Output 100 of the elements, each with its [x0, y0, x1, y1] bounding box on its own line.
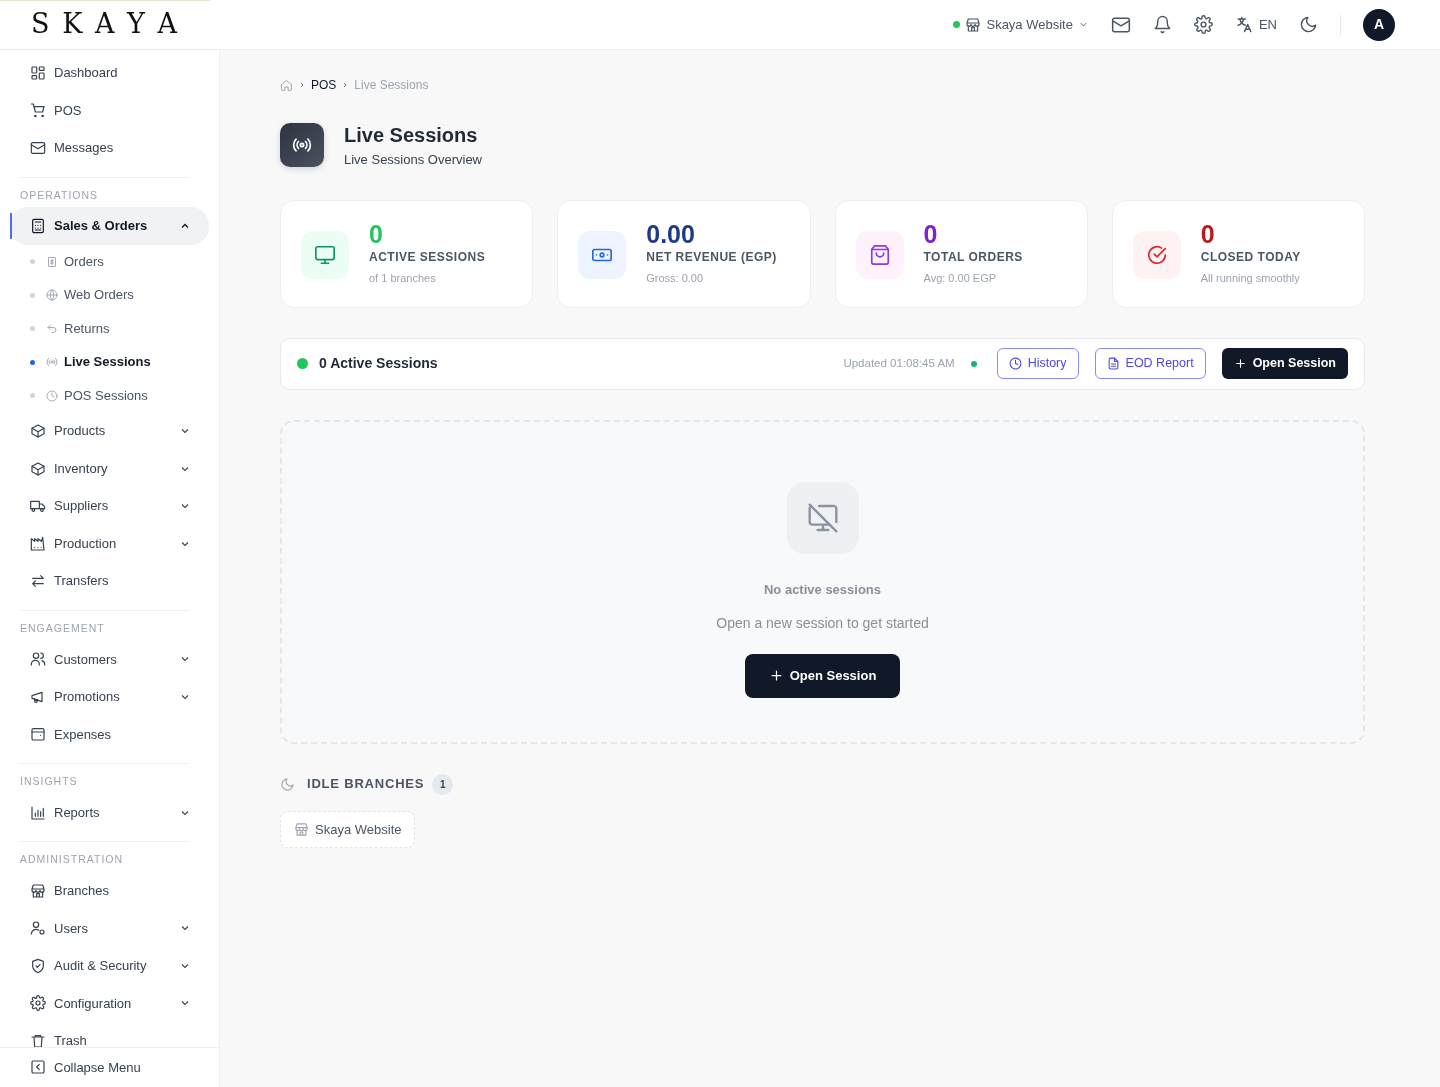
- count-pill: 1: [432, 773, 454, 795]
- language-button[interactable]: EN: [1234, 14, 1277, 35]
- plus-icon: [768, 668, 784, 684]
- sidebar-subitem[interactable]: Orders: [10, 244, 209, 279]
- check-circle-icon: [1145, 243, 1168, 266]
- box-icon: [30, 460, 46, 477]
- breadcrumb-link[interactable]: POS: [311, 76, 337, 94]
- sidebar-item[interactable]: POS: [10, 91, 209, 129]
- wallet-icon: [30, 726, 46, 743]
- stat-value: 0: [1200, 220, 1216, 248]
- open-session-button[interactable]: Open Session: [1221, 348, 1348, 379]
- sidebar-item[interactable]: Reports: [10, 793, 209, 832]
- store-icon: [294, 821, 309, 837]
- chevron-right-icon: [298, 81, 306, 89]
- calculator-icon: [30, 218, 46, 234]
- sidebar-item[interactable]: Expenses: [10, 715, 209, 753]
- bell-icon: [1152, 15, 1172, 34]
- stat-label: TOTAL ORDERS: [923, 249, 1023, 266]
- sidebar-subitem[interactable]: Live Sessions: [10, 345, 209, 379]
- sidebar-item[interactable]: Sales & Orders: [10, 207, 209, 245]
- truck-icon: [30, 498, 46, 514]
- stat-label: CLOSED TODAY: [1200, 249, 1301, 266]
- settings-button[interactable]: [1193, 15, 1213, 34]
- user-gear-icon: [30, 920, 46, 937]
- shield-icon: [30, 957, 46, 974]
- grid-icon: [30, 64, 46, 81]
- broadcast-icon: [46, 356, 58, 368]
- sidebar-item[interactable]: Products: [10, 412, 209, 450]
- sidebar-item[interactable]: Trash: [10, 1022, 209, 1047]
- stat-label: ACTIVE SESSIONS: [369, 249, 486, 266]
- mail-icon: [30, 139, 46, 156]
- eod-report-button[interactable]: EOD Report: [1094, 348, 1206, 379]
- globe-icon: [46, 289, 58, 301]
- history-button[interactable]: History: [996, 348, 1079, 379]
- sidebar-subitem[interactable]: Returns: [10, 311, 209, 346]
- page-subtitle: Live Sessions Overview: [344, 151, 482, 169]
- sidebar-item[interactable]: Configuration: [10, 984, 209, 1022]
- section-heading: ADMINISTRATION: [20, 841, 189, 872]
- file-icon: [1106, 357, 1120, 370]
- branch-chip[interactable]: Skaya Website: [280, 810, 416, 848]
- store-icon: [965, 16, 982, 33]
- stat-label: NET REVENUE (EGP): [646, 249, 777, 266]
- return-arrow-icon: [46, 322, 58, 335]
- stat-note: of 1 branches: [369, 271, 437, 286]
- sidebar-item[interactable]: Messages: [10, 129, 209, 167]
- stat-value: 0.00: [646, 220, 696, 248]
- box-icon: [30, 423, 46, 439]
- sidebar-item[interactable]: Branches: [10, 872, 209, 910]
- bar-chart-icon: [30, 804, 46, 821]
- stat-value: 0: [369, 220, 384, 248]
- sidebar-item[interactable]: Dashboard: [10, 54, 209, 92]
- empty-title: No active sessions: [763, 580, 882, 599]
- sidebar-item[interactable]: Suppliers: [10, 487, 209, 525]
- settings-icon: [1193, 15, 1213, 34]
- brand-logo[interactable]: S K A Y A: [0, 0, 210, 50]
- clock-icon: [46, 389, 58, 402]
- theme-toggle-button[interactable]: [1299, 15, 1318, 34]
- sidebar-item[interactable]: Transfers: [10, 562, 209, 600]
- collapse-icon: [30, 1059, 46, 1076]
- sessions-count: 0 Active Sessions: [319, 354, 438, 373]
- factory-icon: [30, 535, 46, 552]
- trash-icon: [30, 1032, 46, 1047]
- empty-message: Open a new session to get started: [716, 614, 929, 633]
- page-title: Live Sessions: [344, 123, 479, 148]
- sidebar-item[interactable]: Customers: [10, 640, 209, 678]
- monitor-icon: [314, 243, 336, 266]
- clock-icon: [1008, 357, 1022, 370]
- sidebar-item[interactable]: Production: [10, 524, 209, 563]
- section-heading: ENGAGEMENT: [20, 609, 189, 641]
- stat-note: Avg: 0.00 EGP: [923, 271, 998, 286]
- shopping-bag-icon: [868, 243, 891, 266]
- stat-note: All running smoothly: [1200, 271, 1301, 286]
- stat-value: 0: [923, 220, 939, 248]
- section-title: IDLE BRANCHES: [307, 775, 425, 794]
- status-dot: [297, 358, 308, 369]
- cart-icon: [30, 102, 46, 119]
- user-avatar[interactable]: A: [1363, 8, 1395, 41]
- open-session-button[interactable]: Open Session: [744, 654, 901, 698]
- users-icon: [30, 651, 46, 668]
- translate-icon: [1234, 15, 1254, 34]
- stat-note: Gross: 0.00: [646, 271, 705, 286]
- branch-selector[interactable]: Skaya Website: [953, 14, 1089, 35]
- sidebar-subitem[interactable]: POS Sessions: [10, 378, 209, 413]
- store-icon: [30, 882, 46, 899]
- sidebar-subitem[interactable]: Web Orders: [10, 278, 209, 312]
- sidebar-item[interactable]: Users: [10, 909, 209, 947]
- sidebar-item[interactable]: Promotions: [10, 678, 209, 716]
- updated-time: Updated 01:08:45 AM: [843, 355, 955, 371]
- section-heading: INSIGHTS: [20, 763, 189, 794]
- home-icon: [280, 78, 293, 92]
- sidebar-item[interactable]: Audit & Security: [10, 947, 209, 985]
- breadcrumb-current: Live Sessions: [354, 77, 429, 94]
- notifications-button[interactable]: [1152, 15, 1172, 34]
- monitor-off-icon: [806, 501, 839, 534]
- plus-icon: [1233, 357, 1247, 370]
- sidebar-item[interactable]: Inventory: [10, 449, 209, 488]
- receipt-icon: [46, 255, 58, 268]
- settings-icon: [30, 995, 46, 1012]
- moon-icon: [280, 776, 295, 792]
- moon-icon: [1299, 15, 1318, 34]
